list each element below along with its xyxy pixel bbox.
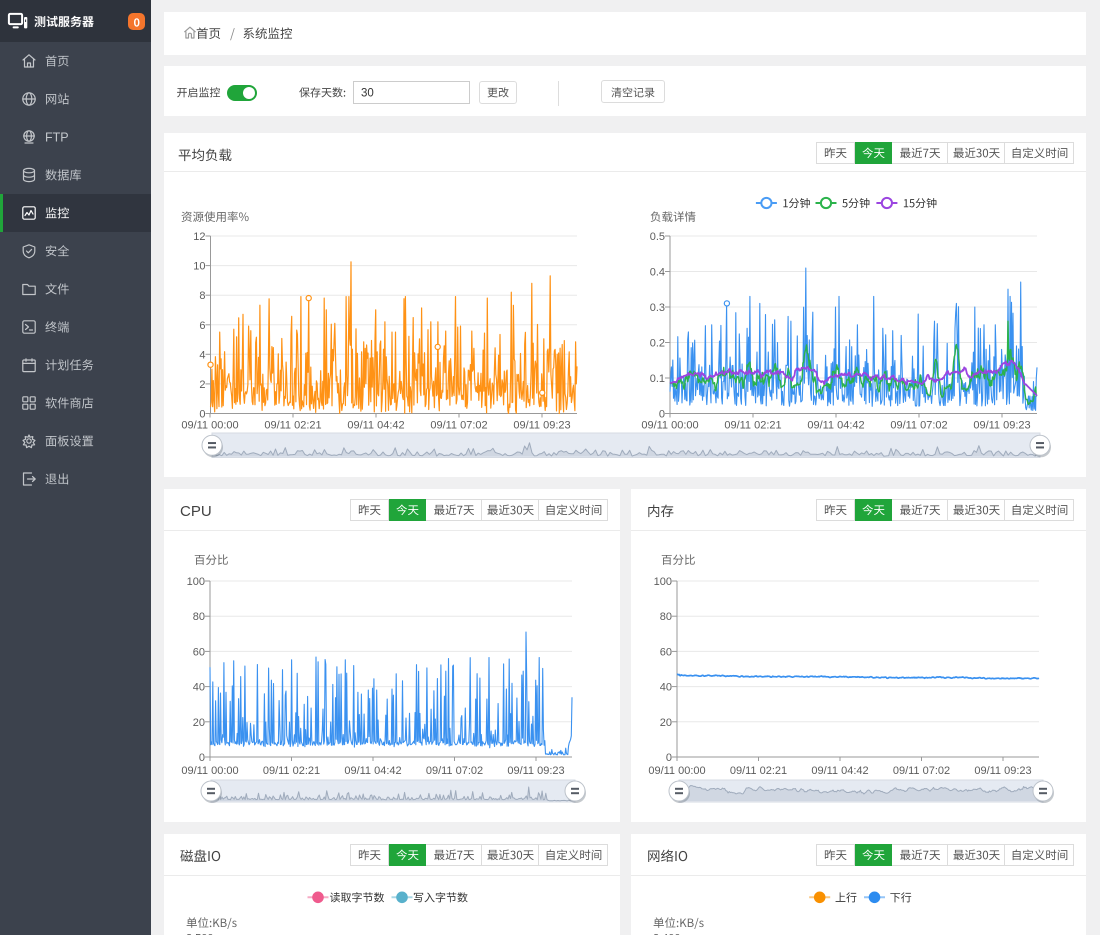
svg-text:09/11 04:42: 09/11 04:42 <box>344 765 401 777</box>
svg-text:8: 8 <box>199 290 205 302</box>
svg-text:0.1: 0.1 <box>650 373 665 385</box>
svg-text:12: 12 <box>193 231 205 243</box>
svg-text:09/11 07:02: 09/11 07:02 <box>893 765 950 777</box>
svg-text:09/11 02:21: 09/11 02:21 <box>724 420 781 432</box>
svg-text:09/11 07:02: 09/11 07:02 <box>890 420 947 432</box>
svg-text:80: 80 <box>660 611 672 623</box>
svg-text:FTP: FTP <box>45 131 69 145</box>
svg-text:0: 0 <box>666 752 672 764</box>
svg-text:4: 4 <box>199 349 205 361</box>
svg-text:09/11 09:23: 09/11 09:23 <box>973 420 1030 432</box>
svg-text:09/11 00:00: 09/11 00:00 <box>641 420 698 432</box>
svg-text:09/11 07:02: 09/11 07:02 <box>430 420 487 432</box>
svg-text:100: 100 <box>187 576 205 588</box>
svg-text:09/11 09:23: 09/11 09:23 <box>974 765 1031 777</box>
svg-text:10: 10 <box>193 261 205 273</box>
svg-text:CPU: CPU <box>180 503 212 520</box>
svg-text:60: 60 <box>193 646 205 658</box>
svg-text:0.5: 0.5 <box>650 231 665 243</box>
svg-text:60: 60 <box>660 646 672 658</box>
svg-text:09/11 00:00: 09/11 00:00 <box>648 765 705 777</box>
svg-text:100: 100 <box>654 576 672 588</box>
svg-text:09/11 07:02: 09/11 07:02 <box>426 765 483 777</box>
svg-text:09/11 04:42: 09/11 04:42 <box>347 420 404 432</box>
svg-text:09/11 02:21: 09/11 02:21 <box>264 420 321 432</box>
svg-text:0.4: 0.4 <box>650 267 665 279</box>
svg-text:20: 20 <box>193 717 205 729</box>
svg-text:09/11 00:00: 09/11 00:00 <box>181 420 238 432</box>
svg-text:0: 0 <box>199 752 205 764</box>
svg-text:40: 40 <box>660 682 672 694</box>
svg-text:80: 80 <box>193 611 205 623</box>
svg-text:09/11 04:42: 09/11 04:42 <box>811 765 868 777</box>
svg-text:2: 2 <box>199 379 205 391</box>
svg-text:40: 40 <box>193 682 205 694</box>
svg-text:30: 30 <box>361 88 374 100</box>
svg-text:09/11 09:23: 09/11 09:23 <box>513 420 570 432</box>
svg-text:09/11 09:23: 09/11 09:23 <box>507 765 564 777</box>
svg-text:09/11 02:21: 09/11 02:21 <box>730 765 787 777</box>
svg-text:09/11 04:42: 09/11 04:42 <box>807 420 864 432</box>
svg-text:09/11 02:21: 09/11 02:21 <box>263 765 320 777</box>
svg-text:0.3: 0.3 <box>650 302 665 314</box>
svg-text:0.2: 0.2 <box>650 338 665 350</box>
svg-text:20: 20 <box>660 717 672 729</box>
svg-text:09/11 00:00: 09/11 00:00 <box>181 765 238 777</box>
svg-text:6: 6 <box>199 320 205 332</box>
